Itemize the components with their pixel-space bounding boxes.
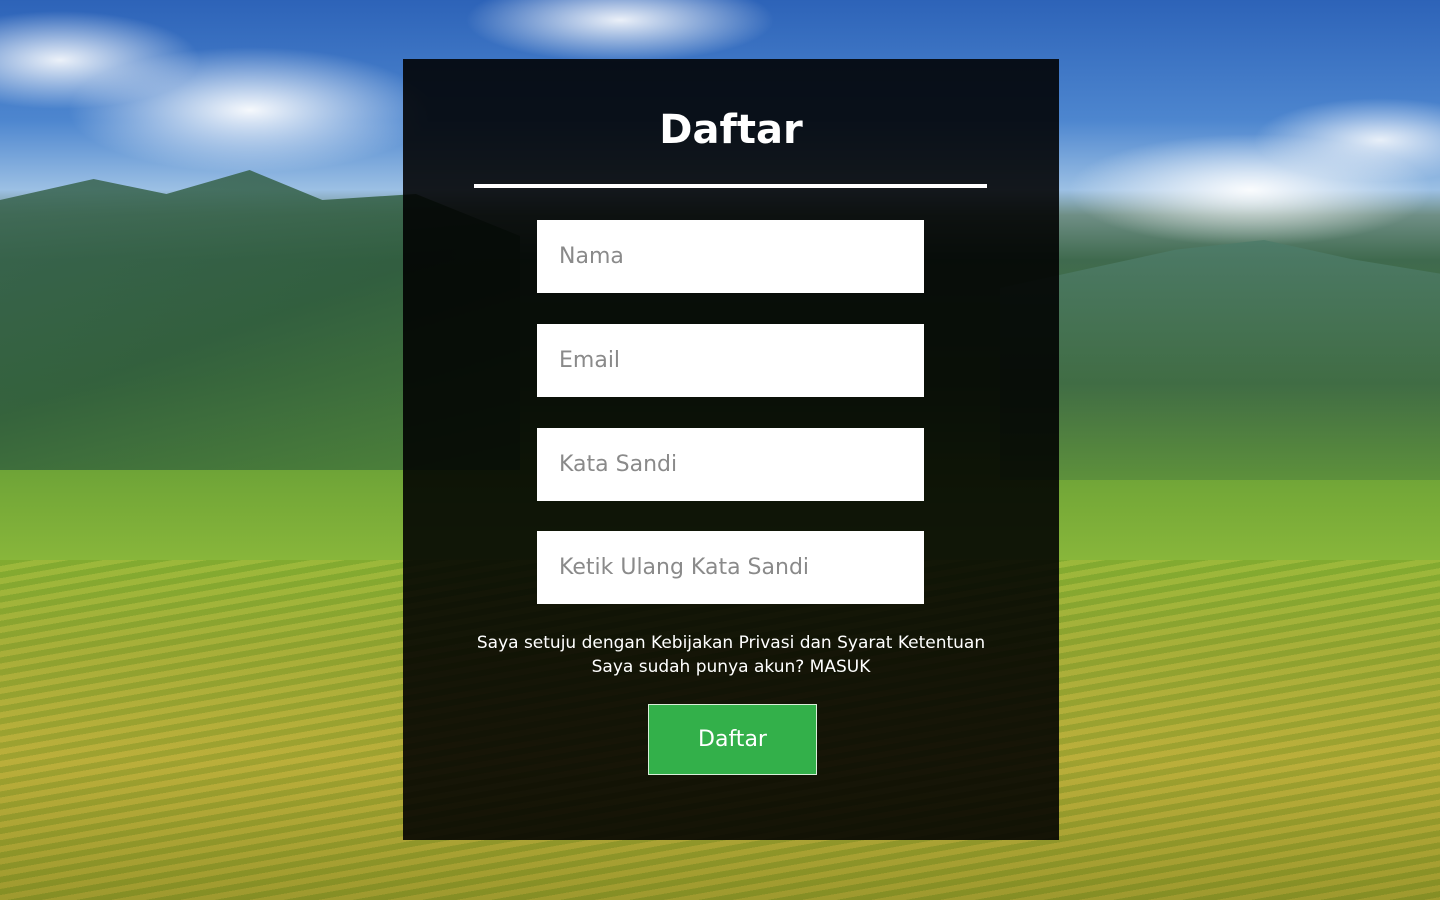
confirm-password-field[interactable] bbox=[537, 531, 924, 604]
login-link[interactable]: Saya sudah punya akun? MASUK bbox=[403, 655, 1059, 679]
name-field[interactable] bbox=[537, 220, 924, 293]
register-button[interactable]: Daftar bbox=[648, 704, 817, 775]
terms-block: Saya setuju dengan Kebijakan Privasi dan… bbox=[403, 631, 1059, 679]
terms-text[interactable]: Saya setuju dengan Kebijakan Privasi dan… bbox=[403, 631, 1059, 655]
password-field[interactable] bbox=[537, 428, 924, 501]
email-field[interactable] bbox=[537, 324, 924, 397]
title-divider bbox=[474, 184, 987, 188]
form-title: Daftar bbox=[659, 107, 803, 153]
mountain-right bbox=[1000, 240, 1440, 480]
